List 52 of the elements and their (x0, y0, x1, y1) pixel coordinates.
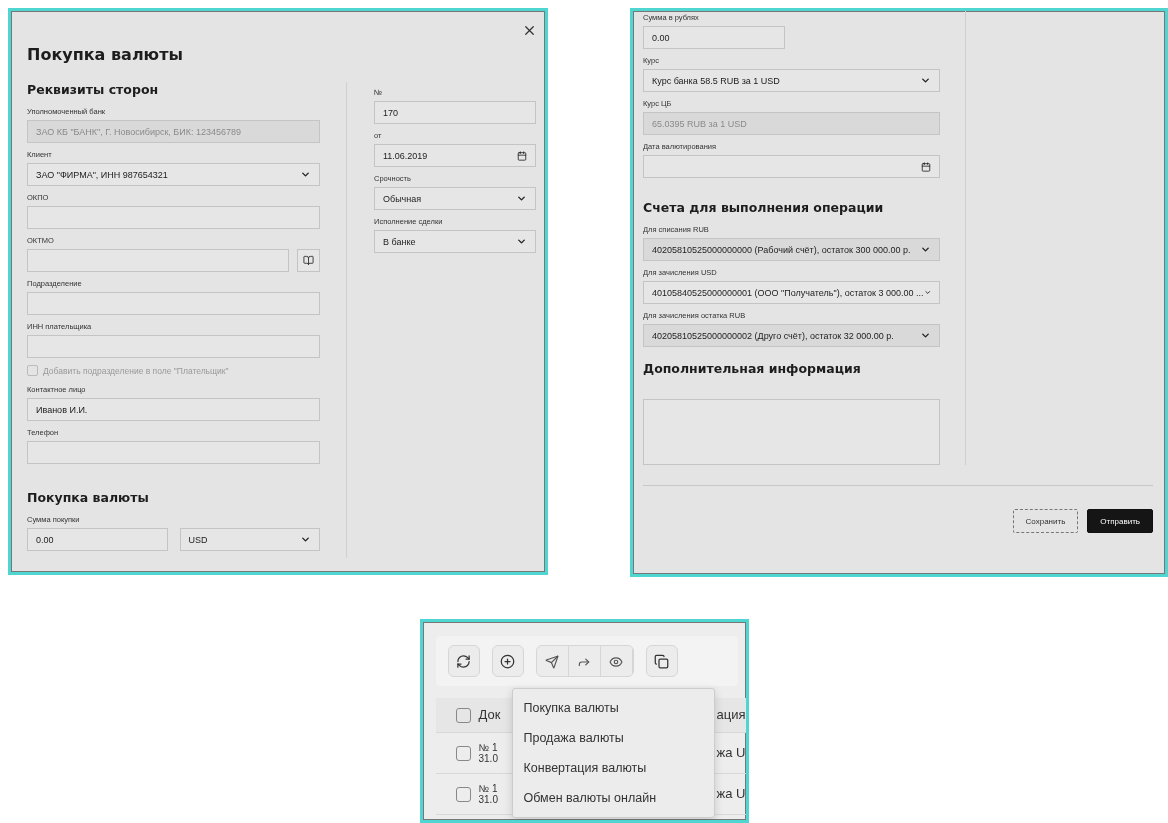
menu-item[interactable]: Обмен валюты онлайн (512, 783, 714, 813)
menu-item[interactable]: Конвертация валюты (512, 753, 714, 783)
chevron-down-icon (516, 193, 527, 204)
input-field[interactable] (27, 335, 320, 358)
checkbox[interactable] (455, 707, 471, 723)
table-cell: жа U (716, 786, 746, 802)
close-icon[interactable] (522, 23, 537, 38)
table-cell: № 1 (478, 742, 498, 753)
date-field[interactable] (643, 155, 940, 178)
column-header: Док (478, 707, 501, 723)
chevron-down-icon (516, 236, 527, 247)
select-field[interactable]: 40105840525000000001 (ООО "Получатель"), остаток 3 000.00 ... (643, 281, 940, 304)
column-header: ация (716, 707, 746, 723)
input-field[interactable] (27, 292, 320, 315)
calendar-icon (921, 161, 931, 172)
refresh-icon[interactable] (447, 645, 480, 677)
checkbox[interactable] (455, 745, 471, 761)
select-field[interactable]: Обычная (374, 187, 536, 210)
table-cell: жа U (716, 745, 746, 761)
chevron-down-icon (300, 169, 311, 180)
input-field[interactable] (27, 206, 320, 229)
menu-item[interactable]: Покупка валюты (512, 693, 714, 723)
save-button[interactable]: Сохранить (1012, 509, 1079, 533)
input-field[interactable]: 170 (374, 101, 536, 124)
select-field[interactable]: В банке (374, 230, 536, 253)
input-field[interactable]: 0.00 (27, 528, 168, 551)
menu-item[interactable]: Продажа валюты (512, 723, 714, 753)
chevron-down-icon (300, 534, 311, 545)
input-field[interactable] (27, 249, 289, 272)
table-cell: № 1 (478, 783, 498, 794)
date-field[interactable]: 11.06.2019 (374, 144, 536, 167)
input-field[interactable]: Иванов И.И. (27, 398, 320, 421)
select-field[interactable]: USD (179, 528, 320, 551)
section-heading: Покупка валюты (27, 490, 150, 505)
send-button[interactable]: Отправить (1087, 509, 1153, 533)
dialog-title: Покупка валюты (27, 45, 184, 64)
book-icon[interactable] (297, 249, 320, 272)
section-heading: Дополнительная информация (643, 361, 862, 376)
checkbox[interactable] (455, 786, 471, 802)
table-cell: 31.0 (478, 794, 498, 805)
select-field[interactable]: ЗАО "ФИРМА", ИНН 987654321 (27, 163, 320, 186)
input-field[interactable] (27, 441, 320, 464)
section-heading: Реквизиты сторон (27, 82, 160, 97)
calendar-icon (517, 150, 527, 161)
chevron-down-icon (920, 244, 931, 255)
input-field[interactable]: 0.00 (643, 26, 785, 49)
select-field[interactable]: Курс банка 58.5 RUB за 1 USD (643, 69, 940, 92)
chevron-down-icon (920, 330, 931, 341)
section-heading: Счета для выполнения операции (643, 200, 885, 215)
copy-icon[interactable] (645, 645, 678, 677)
table-cell: 31.0 (478, 753, 498, 764)
chevron-down-icon (920, 75, 931, 86)
